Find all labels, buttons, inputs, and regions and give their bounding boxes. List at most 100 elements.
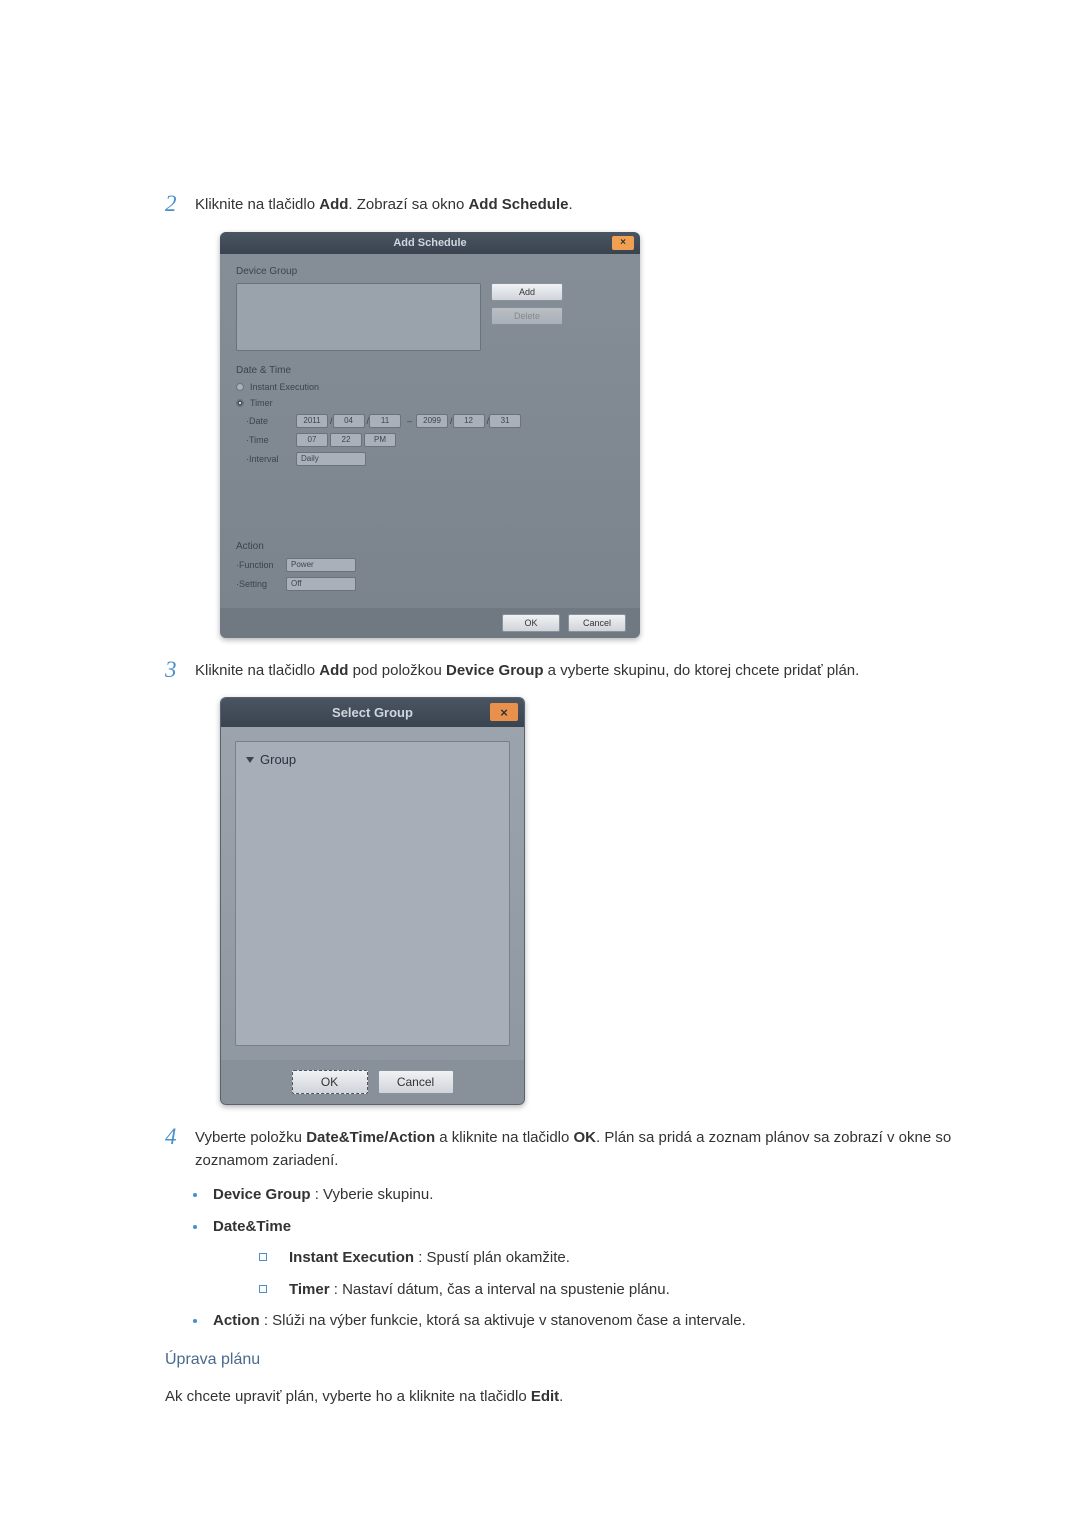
date-day1-spinner[interactable]: 11 bbox=[369, 414, 401, 428]
spacer bbox=[236, 471, 624, 531]
step-4: 4 Vyberte položku Date&Time/Action a kli… bbox=[165, 1123, 990, 1172]
interval-label: ·Interval bbox=[246, 454, 296, 464]
sub-bullet-list: Instant Execution : Spustí plán okamžite… bbox=[259, 1247, 990, 1301]
step-4-text: Vyberte položku Date&Time/Action a klikn… bbox=[195, 1123, 990, 1172]
date-label: ·Date bbox=[246, 416, 296, 426]
dialog-title-text: Add Schedule bbox=[393, 237, 466, 249]
function-label: ·Function bbox=[236, 560, 286, 570]
text-bold: Device Group bbox=[446, 662, 544, 679]
chevron-down-icon bbox=[246, 757, 254, 763]
text-frag: Ak chcete upraviť plán, vyberte ho a kli… bbox=[165, 1388, 531, 1405]
text-frag: a vyberte skupinu, do ktorej chcete prid… bbox=[544, 662, 860, 679]
radio-label: Instant Execution bbox=[250, 382, 319, 392]
group-label: Group bbox=[260, 752, 296, 767]
edit-plan-text: Ak chcete upraviť plán, vyberte ho a kli… bbox=[165, 1385, 990, 1409]
time-ampm-spinner[interactable]: PM bbox=[364, 433, 396, 447]
timer-radio[interactable]: Timer bbox=[236, 398, 624, 408]
delete-button: Delete bbox=[491, 307, 563, 325]
text-bold: Edit bbox=[531, 1388, 559, 1405]
bullet-device-group: Device Group : Vyberie skupinu. bbox=[193, 1184, 990, 1207]
group-tree-item[interactable]: Group bbox=[246, 752, 499, 767]
radio-icon bbox=[236, 383, 244, 391]
add-schedule-screenshot: Add Schedule × Device Group Add Delete D… bbox=[220, 232, 990, 638]
setting-dropdown[interactable]: Off bbox=[286, 577, 356, 591]
group-tree[interactable]: Group bbox=[235, 741, 510, 1046]
sub-heading-edit-plan: Úprava plánu bbox=[165, 1351, 990, 1369]
setting-label: ·Setting bbox=[236, 579, 286, 589]
cancel-button[interactable]: Cancel bbox=[568, 614, 626, 632]
text-bold: Add Schedule bbox=[468, 196, 568, 213]
bullet-bold: Date&Time bbox=[213, 1218, 291, 1235]
add-button[interactable]: Add bbox=[491, 283, 563, 301]
date-month1-spinner[interactable]: 04 bbox=[333, 414, 365, 428]
bullet-text: : Vyberie skupinu. bbox=[311, 1186, 434, 1203]
close-icon[interactable]: × bbox=[490, 703, 518, 721]
text-frag: pod položkou bbox=[348, 662, 446, 679]
step-3: 3 Kliknite na tlačidlo Add pod položkou … bbox=[165, 656, 990, 684]
bullet-action: Action : Slúži na výber funkcie, ktorá s… bbox=[193, 1310, 990, 1333]
date-day2-spinner[interactable]: 31 bbox=[489, 414, 521, 428]
sub-bullet-icon bbox=[259, 1285, 267, 1293]
sub-bullet-bold: Timer bbox=[289, 1281, 330, 1298]
device-group-label: Device Group bbox=[236, 266, 624, 277]
date-month2-spinner[interactable]: 12 bbox=[453, 414, 485, 428]
action-label: Action bbox=[236, 541, 624, 552]
time-field-row: ·Time 07 22 PM bbox=[246, 433, 624, 447]
text-frag: . bbox=[568, 196, 572, 213]
step-2-number: 2 bbox=[165, 190, 195, 218]
time-min-spinner[interactable]: 22 bbox=[330, 433, 362, 447]
dialog2-body: Group bbox=[221, 727, 524, 1060]
text-bold: Date&Time/Action bbox=[306, 1129, 435, 1146]
dialog-footer: OK Cancel bbox=[220, 608, 640, 638]
close-x: × bbox=[620, 237, 626, 248]
dialog-body: Device Group Add Delete Date & Time Inst… bbox=[220, 254, 640, 608]
time-label: ·Time bbox=[246, 435, 296, 445]
radio-label: Timer bbox=[250, 398, 273, 408]
interval-field-row: ·Interval Daily bbox=[246, 452, 624, 466]
cancel-button[interactable]: Cancel bbox=[378, 1070, 454, 1094]
bullet-list: Device Group : Vyberie skupinu. Date&Tim… bbox=[193, 1184, 990, 1333]
sub-bullet-text: : Spustí plán okamžite. bbox=[414, 1249, 570, 1266]
text-frag: Kliknite na tlačidlo bbox=[195, 196, 319, 213]
device-group-list[interactable] bbox=[236, 283, 481, 351]
step-2: 2 Kliknite na tlačidlo Add. Zobrazí sa o… bbox=[165, 190, 990, 218]
device-group-buttons: Add Delete bbox=[491, 283, 563, 351]
radio-icon bbox=[236, 399, 244, 407]
device-group-section: Add Delete bbox=[236, 283, 624, 351]
select-group-screenshot: Select Group × Group OK Cancel bbox=[220, 697, 990, 1105]
add-schedule-dialog: Add Schedule × Device Group Add Delete D… bbox=[220, 232, 640, 638]
text-frag: . Zobrazí sa okno bbox=[348, 196, 468, 213]
dialog2-footer: OK Cancel bbox=[221, 1060, 524, 1104]
bullet-icon bbox=[193, 1193, 197, 1197]
dialog2-title-text: Select Group bbox=[332, 705, 413, 720]
timer-fields: ·Date 2011/ 04/ 11 – 2099/ 12/ 31 ·Time … bbox=[246, 414, 624, 466]
function-dropdown[interactable]: Power bbox=[286, 558, 356, 572]
sub-bullet-bold: Instant Execution bbox=[289, 1249, 414, 1266]
time-hour-spinner[interactable]: 07 bbox=[296, 433, 328, 447]
step-4-number: 4 bbox=[165, 1123, 195, 1151]
text-bold: Add bbox=[319, 196, 348, 213]
ok-button[interactable]: OK bbox=[292, 1070, 368, 1094]
date-time-label: Date & Time bbox=[236, 365, 624, 376]
bullet-date-time: Date&Time bbox=[193, 1216, 990, 1239]
dialog2-title-bar: Select Group × bbox=[221, 698, 524, 727]
text-bold: OK bbox=[574, 1129, 597, 1146]
bullet-text: : Slúži na výber funkcie, ktorá sa aktiv… bbox=[260, 1312, 746, 1329]
text-bold: Add bbox=[319, 662, 348, 679]
interval-dropdown[interactable]: Daily bbox=[296, 452, 366, 466]
sub-bullet-timer: Timer : Nastaví dátum, čas a interval na… bbox=[259, 1279, 990, 1302]
dash: – bbox=[407, 416, 412, 426]
step-2-text: Kliknite na tlačidlo Add. Zobrazí sa okn… bbox=[195, 190, 573, 217]
date-time-section: Instant Execution Timer ·Date 2011/ 04/ … bbox=[236, 382, 624, 531]
instant-execution-radio[interactable]: Instant Execution bbox=[236, 382, 624, 392]
close-icon[interactable]: × bbox=[612, 236, 634, 250]
date-year1-spinner[interactable]: 2011 bbox=[296, 414, 328, 428]
ok-button[interactable]: OK bbox=[502, 614, 560, 632]
bullet-icon bbox=[193, 1225, 197, 1229]
text-frag: . bbox=[559, 1388, 563, 1405]
sub-bullet-text: : Nastaví dátum, čas a interval na spust… bbox=[330, 1281, 670, 1298]
date-year2-spinner[interactable]: 2099 bbox=[416, 414, 448, 428]
bullet-bold: Device Group bbox=[213, 1186, 311, 1203]
bullet-icon bbox=[193, 1319, 197, 1323]
close-x: × bbox=[500, 705, 508, 720]
